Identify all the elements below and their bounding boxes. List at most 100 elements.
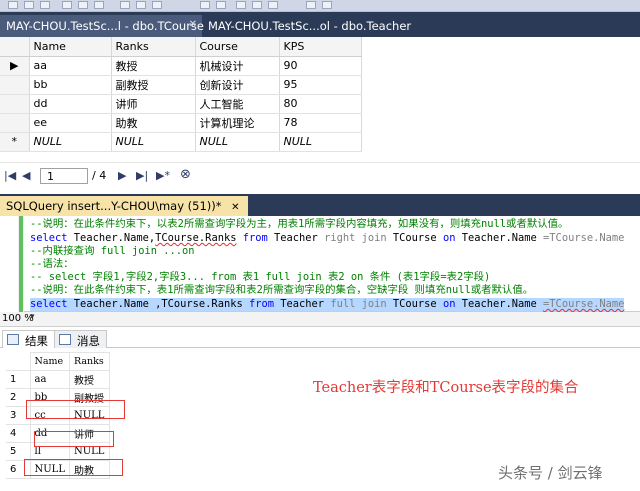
column-header-name[interactable]: Name	[29, 37, 112, 57]
new-row-marker[interactable]: *	[0, 132, 30, 152]
toolbar-icon[interactable]	[322, 1, 332, 9]
row-selector-header[interactable]	[0, 37, 30, 57]
code-token: TCourse.Ranks	[161, 298, 243, 310]
tab-results[interactable]: 结果	[2, 330, 55, 348]
toolbar-icon[interactable]	[136, 1, 146, 9]
sql-editor[interactable]: --说明：在此条件约束下，以表2所需查询字段为主，用表1所需字段内容填充，如果没…	[0, 216, 640, 312]
code-token: =TCourse.Name	[543, 298, 625, 310]
cell-kps[interactable]: 78	[279, 113, 362, 133]
next-record-icon[interactable]: ▶	[118, 169, 126, 182]
code-line: --内联接查询 full join ...on	[30, 245, 195, 257]
keyword: from	[242, 298, 274, 310]
toolbar-icon[interactable]	[8, 1, 18, 9]
row-selector[interactable]	[0, 94, 30, 114]
new-record-icon[interactable]: ▶*	[156, 169, 170, 182]
toolbar-icon[interactable]	[78, 1, 88, 9]
tab-label: 结果	[25, 334, 48, 348]
toolbar-icon[interactable]	[252, 1, 262, 9]
table-row[interactable]: bb 副教授 创新设计 95	[0, 75, 362, 95]
cell-name[interactable]: dd	[29, 94, 112, 114]
cell-ranks[interactable]: 助教	[111, 113, 196, 133]
cell-ranks[interactable]: 教授	[68, 370, 110, 389]
chevron-down-icon[interactable]: ▾	[30, 312, 35, 322]
row-selector[interactable]: ▶	[0, 56, 30, 76]
code-token: Teacher.Name	[455, 232, 544, 244]
column-header-name[interactable]: Name	[29, 352, 70, 371]
keyword: from	[236, 232, 268, 244]
code-token: =TCourse.Name	[543, 232, 625, 244]
column-header-ranks[interactable]: Ranks	[111, 37, 196, 57]
highlight-box	[24, 459, 123, 476]
toolbar-icon[interactable]	[40, 1, 50, 9]
toolbar-icon[interactable]	[62, 1, 72, 9]
toolbar-icon[interactable]	[94, 1, 104, 9]
table-row[interactable]: ▶ aa 教授 机械设计 90	[0, 56, 362, 76]
edit-grid: Name Ranks Course KPS ▶ aa 教授 机械设计 90 bb…	[0, 37, 362, 152]
cell-course[interactable]: 人工智能	[195, 94, 280, 114]
column-header-kps[interactable]: KPS	[279, 37, 362, 57]
toolbar-icon[interactable]	[24, 1, 34, 9]
cell-name[interactable]: bb	[29, 75, 112, 95]
table-row-new[interactable]: * NULL NULL NULL NULL	[0, 132, 362, 152]
code-token: TCourse	[386, 298, 443, 310]
table-row[interactable]: 1 aa 教授	[6, 370, 110, 389]
cell-course[interactable]: 计算机理论	[195, 113, 280, 133]
row-number-header	[6, 352, 30, 371]
code-token: Teacher.Name ,	[67, 298, 162, 310]
code-token: Teacher.Name,	[67, 232, 156, 244]
cell-name[interactable]: NULL	[29, 132, 112, 152]
tab-label: 消息	[77, 334, 100, 348]
cell-ranks[interactable]: 教授	[111, 56, 196, 76]
column-header-ranks[interactable]: Ranks	[68, 352, 110, 371]
cell-kps[interactable]: 80	[279, 94, 362, 114]
toolbar-icon[interactable]	[216, 1, 226, 9]
toolbar-icon[interactable]	[268, 1, 278, 9]
cell-ranks[interactable]: 副教授	[111, 75, 196, 95]
tab-messages[interactable]: 消息	[54, 330, 107, 348]
code-line: -- select 字段1,字段2,字段3... from 表1 full jo…	[30, 271, 491, 283]
toolbar-icon[interactable]	[306, 1, 316, 9]
cell-course[interactable]: 机械设计	[195, 56, 280, 76]
toolbar-icon[interactable]	[200, 1, 210, 9]
code-token: Teacher	[274, 298, 331, 310]
toolbar-icon[interactable]	[120, 1, 130, 9]
record-number-input[interactable]	[40, 168, 88, 184]
record-total: / 4	[92, 169, 107, 182]
cell-kps[interactable]: 90	[279, 56, 362, 76]
tab-teacher[interactable]: MAY-CHOU.TestSc...ol - dbo.Teacher	[202, 15, 411, 37]
cell-course[interactable]: NULL	[195, 132, 280, 152]
tab-sqlquery[interactable]: SQLQuery insert...Y-CHOU\may (51))* ✕	[0, 196, 248, 216]
first-record-icon[interactable]: |◀	[4, 169, 16, 182]
column-header-course[interactable]: Course	[195, 37, 280, 57]
cell-name[interactable]: ee	[29, 113, 112, 133]
row-selector[interactable]	[0, 75, 30, 95]
code-token: TCourse.Ranks	[155, 232, 237, 244]
keyword: right join	[324, 232, 387, 244]
row-selector[interactable]	[0, 113, 30, 133]
highlight-box	[34, 431, 114, 447]
cell-ranks[interactable]: 讲师	[111, 94, 196, 114]
cell-ranks[interactable]: NULL	[111, 132, 196, 152]
highlight-box	[26, 400, 125, 419]
stop-icon[interactable]: ⊗	[180, 167, 191, 182]
code-line: --说明：在此条件约束下，以表2所需查询字段为主，用表1所需字段内容填充，如果没…	[30, 218, 569, 230]
cell-name[interactable]: aa	[29, 56, 112, 76]
last-record-icon[interactable]: ▶|	[136, 169, 148, 182]
previous-record-icon[interactable]: ◀	[22, 169, 30, 182]
toolbar-icon[interactable]	[152, 1, 162, 9]
close-icon[interactable]: ✕	[231, 202, 239, 213]
close-icon[interactable]: ✕	[189, 19, 197, 30]
table-row[interactable]: dd 讲师 人工智能 80	[0, 94, 362, 114]
watermark: 头条号 / 剑云锋	[498, 464, 603, 482]
cell-name[interactable]: aa	[29, 370, 70, 389]
cell-course[interactable]: 创新设计	[195, 75, 280, 95]
cell-kps[interactable]: NULL	[279, 132, 362, 152]
toolbar-icon[interactable]	[236, 1, 246, 9]
result-tab-bar: 结果 消息	[0, 329, 640, 348]
zoom-level[interactable]: 100 %	[2, 313, 34, 324]
keyword: select	[30, 232, 68, 244]
tab-tcourse[interactable]: MAY-CHOU.TestSc...l - dbo.TCourse ✕	[0, 15, 204, 37]
record-navigator: |◀ ◀ / 4 ▶ ▶| ▶* ⊗	[0, 162, 640, 188]
cell-kps[interactable]: 95	[279, 75, 362, 95]
table-row[interactable]: ee 助教 计算机理论 78	[0, 113, 362, 133]
